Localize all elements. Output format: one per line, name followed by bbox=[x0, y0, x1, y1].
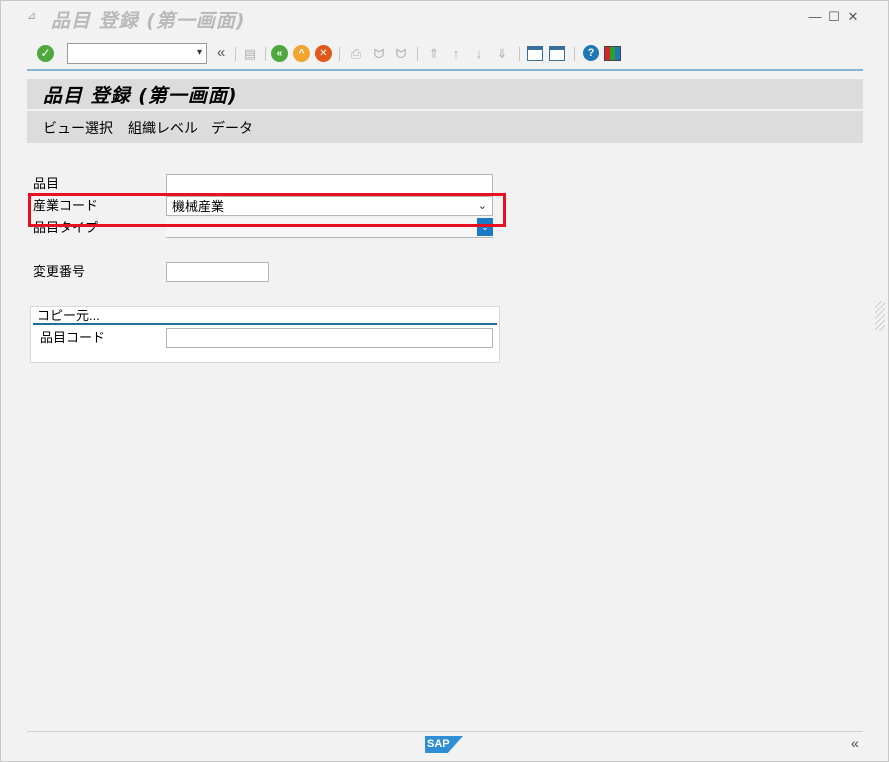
layout-icon[interactable] bbox=[604, 46, 621, 61]
status-collapse-icon[interactable]: « bbox=[851, 735, 859, 751]
toolbar-separator bbox=[339, 47, 340, 61]
copy-from-title: コピー元... bbox=[37, 308, 100, 323]
print-icon[interactable]: ⎙ bbox=[347, 45, 365, 63]
industry-label: 産業コード bbox=[33, 198, 99, 213]
enter-icon[interactable]: ✓ bbox=[37, 45, 54, 62]
material-code-input[interactable] bbox=[166, 328, 493, 348]
title-bar: ⊿ 品目 登録 (第一画面) — ☐ ✕ bbox=[1, 1, 888, 35]
help-icon[interactable]: ? bbox=[583, 45, 599, 61]
toolbar-separator bbox=[574, 47, 575, 61]
last-page-icon[interactable]: ⇓ bbox=[493, 45, 511, 63]
change-number-input[interactable] bbox=[166, 262, 269, 282]
page-header: 品目 登録 (第一画面) bbox=[27, 79, 863, 109]
industry-value: 機械産業 bbox=[172, 199, 225, 214]
maximize-button[interactable]: ☐ bbox=[827, 10, 841, 24]
find-icon[interactable]: ᗢ bbox=[370, 45, 388, 63]
industry-select[interactable]: 機械産業 ⌄ bbox=[166, 196, 493, 216]
page-title: 品目 登録 (第一画面) bbox=[43, 85, 238, 107]
sap-logo: SAP bbox=[425, 736, 463, 753]
collapse-icon[interactable]: « bbox=[217, 45, 231, 63]
toolbar-separator bbox=[265, 47, 266, 61]
sap-window: ⊿ 品目 登録 (第一画面) — ☐ ✕ ✓ ▾ « ▤ « ^ ✕ ⎙ ᗢ ᗢ… bbox=[0, 0, 889, 762]
close-button[interactable]: ✕ bbox=[846, 10, 860, 24]
first-page-icon[interactable]: ⇑ bbox=[425, 45, 443, 63]
system-toolbar: ✓ ▾ « ▤ « ^ ✕ ⎙ ᗢ ᗢ ⇑ ↑ ↓ ⇓ ? bbox=[27, 39, 863, 71]
find-next-icon[interactable]: ᗢ bbox=[392, 45, 410, 63]
shortcut-icon[interactable] bbox=[549, 46, 565, 61]
copy-from-group: コピー元... 品目コード bbox=[30, 306, 500, 363]
toolbar-separator bbox=[519, 47, 520, 61]
application-toolbar: ビュー選択 組織レベル データ bbox=[27, 111, 863, 143]
app-menu-icon[interactable]: ⊿ bbox=[27, 10, 41, 22]
data-button[interactable]: データ bbox=[211, 118, 253, 138]
splitter-handle[interactable] bbox=[875, 301, 885, 331]
material-label: 品目 bbox=[33, 176, 60, 191]
material-type-label: 品目タイプ bbox=[33, 220, 99, 235]
exit-icon[interactable]: ^ bbox=[293, 45, 310, 62]
new-session-icon[interactable] bbox=[527, 46, 543, 61]
back-icon[interactable]: « bbox=[271, 45, 288, 62]
cancel-icon[interactable]: ✕ bbox=[315, 45, 332, 62]
previous-page-icon[interactable]: ↑ bbox=[447, 45, 465, 63]
org-level-button[interactable]: 組織レベル bbox=[128, 118, 198, 138]
change-number-label: 変更番号 bbox=[33, 264, 86, 279]
command-dropdown-icon[interactable]: ▾ bbox=[197, 47, 202, 58]
toolbar-separator bbox=[235, 47, 236, 61]
minimize-button[interactable]: — bbox=[808, 10, 822, 24]
material-input[interactable] bbox=[166, 174, 493, 194]
window-title: 品目 登録 (第一画面) bbox=[51, 10, 246, 32]
group-divider bbox=[33, 323, 497, 325]
material-code-label: 品目コード bbox=[40, 330, 106, 345]
view-select-button[interactable]: ビュー選択 bbox=[43, 118, 113, 138]
next-page-icon[interactable]: ↓ bbox=[470, 45, 488, 63]
value-help-icon[interactable]: ⌄ bbox=[477, 218, 493, 236]
chevron-down-icon[interactable]: ⌄ bbox=[478, 198, 487, 215]
material-type-input[interactable]: ⌄ bbox=[166, 218, 493, 238]
command-field[interactable]: ▾ bbox=[67, 43, 207, 64]
toolbar-separator bbox=[417, 47, 418, 61]
footer-divider bbox=[27, 731, 863, 732]
save-icon[interactable]: ▤ bbox=[241, 45, 259, 63]
